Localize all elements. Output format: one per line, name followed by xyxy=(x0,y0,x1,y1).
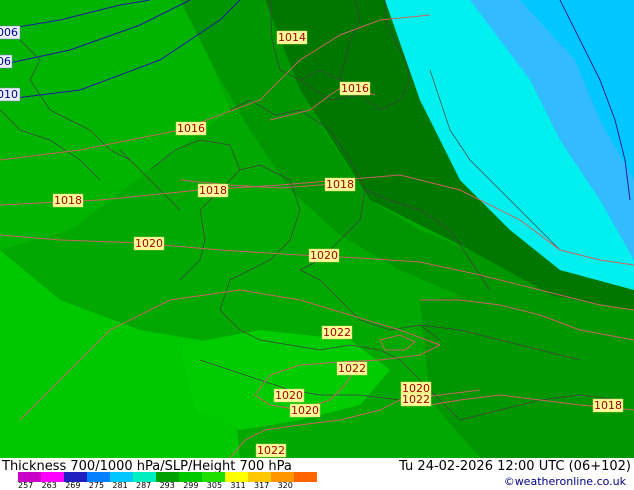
isobar-label-1018-west: 1018 xyxy=(52,193,84,208)
isobar-label-1014: 1014 xyxy=(276,30,308,45)
svg-text:1022: 1022 xyxy=(338,362,366,375)
height-label-010: 010 xyxy=(0,87,21,102)
svg-text:1018: 1018 xyxy=(54,194,82,207)
isobar-label-1018-center: 1018 xyxy=(197,183,229,198)
svg-text:1016: 1016 xyxy=(177,122,205,135)
isobar-label-1018-southeast: 1018 xyxy=(592,398,624,413)
height-label-06: 06 xyxy=(0,54,13,69)
colorbar-tick: 320 xyxy=(277,481,293,490)
isobar-label-1020-alps-1: 1020 xyxy=(273,388,305,403)
colorbar-tick: 281 xyxy=(112,481,128,490)
colorbar-tick: 269 xyxy=(65,481,81,490)
svg-text:1014: 1014 xyxy=(278,31,306,44)
isobar-label-1016-west: 1016 xyxy=(175,121,207,136)
credit-link[interactable]: ©weatheronline.co.uk xyxy=(504,475,626,488)
colorbar-tick: 257 xyxy=(18,481,34,490)
svg-text:1020: 1020 xyxy=(135,237,163,250)
isobar-label-1022-center: 1022 xyxy=(321,325,353,340)
isobar-label-1020-alps-2: 1020 xyxy=(289,403,321,418)
svg-text:1018: 1018 xyxy=(594,399,622,412)
isobar-label-1018-east: 1018 xyxy=(324,177,356,192)
colorbar-tick: 275 xyxy=(88,481,105,490)
colorbar-tick: 293 xyxy=(159,481,175,490)
colorbar-ticks: 257 263 269 275 281 287 293 299 305 311 317 320 xyxy=(4,481,334,490)
svg-text:1020: 1020 xyxy=(275,389,303,402)
svg-text:1022: 1022 xyxy=(402,393,430,406)
svg-text:1018: 1018 xyxy=(326,178,354,191)
isobar-label-1016-north: 1016 xyxy=(339,81,371,96)
isobar-label-1020-center: 1020 xyxy=(308,248,340,263)
colorbar-tick: 317 xyxy=(254,481,270,490)
height-label-006: 006 xyxy=(0,25,21,40)
svg-text:1016: 1016 xyxy=(341,82,369,95)
svg-text:1022: 1022 xyxy=(257,444,285,457)
isobar-label-1022-southeast: 1022 xyxy=(400,392,432,407)
colorbar-tick: 305 xyxy=(206,481,223,490)
colorbar-tick: 311 xyxy=(230,481,246,490)
svg-text:1020: 1020 xyxy=(291,404,319,417)
colorbar-tick: 299 xyxy=(183,481,199,490)
svg-text:1018: 1018 xyxy=(199,184,227,197)
map-datetime: Tu 24-02-2026 12:00 UTC (06+102) xyxy=(399,459,631,474)
svg-text:1022: 1022 xyxy=(323,326,351,339)
svg-text:006: 006 xyxy=(0,26,18,39)
isobar-label-1022-south: 1022 xyxy=(255,443,287,458)
isobar-label-1020-west: 1020 xyxy=(133,236,165,251)
isobar-label-1022-east: 1022 xyxy=(336,361,368,376)
weather-map: 1014 1016 1016 1018 1018 1018 1020 1020 xyxy=(0,0,634,458)
colorbar-tick: 287 xyxy=(136,481,152,490)
svg-text:06: 06 xyxy=(0,55,11,68)
svg-text:010: 010 xyxy=(0,88,18,101)
svg-text:1020: 1020 xyxy=(310,249,338,262)
colorbar-tick: 263 xyxy=(41,481,57,490)
